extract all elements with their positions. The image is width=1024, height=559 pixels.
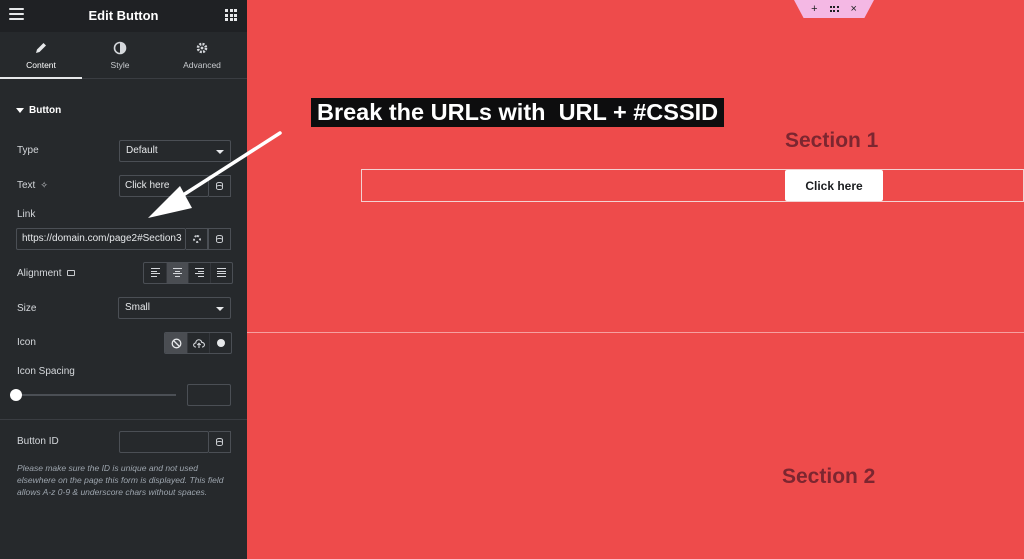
align-justify-icon (217, 268, 226, 278)
contrast-icon (113, 41, 127, 55)
button-id-input[interactable] (119, 431, 209, 453)
size-select[interactable]: Small (118, 297, 231, 319)
button-section-toggle[interactable]: Button (16, 105, 61, 116)
gear-icon (192, 235, 201, 243)
widgets-grid-icon[interactable] (225, 9, 237, 21)
database-icon (216, 235, 223, 243)
icon-choices (164, 332, 232, 354)
align-right-icon (195, 268, 204, 278)
tab-advanced-label: Advanced (183, 60, 221, 70)
align-center-button[interactable] (166, 263, 188, 283)
panel-header: Edit Button (0, 0, 247, 32)
link-options-button[interactable] (186, 228, 208, 250)
caret-down-icon (16, 107, 24, 113)
panel-tabs: Content Style Advanced (0, 32, 247, 79)
icon-none-button[interactable] (165, 333, 187, 353)
icon-spacing-slider[interactable] (17, 394, 176, 396)
close-icon[interactable]: × (851, 3, 857, 15)
alignment-label-row: Alignment (17, 268, 76, 279)
gear-icon (196, 42, 208, 54)
database-icon (216, 438, 223, 446)
section-2-title: Section 2 (782, 465, 876, 488)
icon-spacing-input[interactable] (187, 384, 231, 406)
tab-content-label: Content (26, 60, 56, 70)
ban-icon (171, 338, 181, 348)
text-label: Text (17, 180, 36, 191)
type-label: Type (17, 145, 39, 156)
divider (0, 419, 247, 420)
button-id-label: Button ID (17, 436, 59, 447)
button-widget-outline[interactable] (361, 169, 1024, 202)
annotation-callout: Break the URLs with URL + #CSSID (311, 98, 725, 127)
icon-spacing-label: Icon Spacing (17, 366, 75, 377)
size-label: Size (17, 303, 37, 314)
chevron-down-icon (216, 307, 224, 311)
section-1-title: Section 1 (785, 129, 879, 152)
align-right-button[interactable] (188, 263, 210, 283)
link-dynamic-tags-button[interactable] (208, 228, 231, 250)
tab-style-label: Style (110, 60, 130, 70)
drag-handle-icon[interactable] (829, 6, 839, 12)
alignment-choices (143, 262, 233, 284)
link-label: Link (17, 209, 36, 220)
section-toolbar: + × (794, 0, 874, 18)
annotation-arrow-icon (148, 131, 282, 218)
button-id-help-text: Please make sure the ID is unique and no… (17, 463, 224, 497)
alignment-label: Alignment (17, 268, 62, 279)
text-label-row: Text ✧ (17, 180, 48, 191)
add-section-icon[interactable]: + (811, 3, 817, 15)
circle-icon (216, 339, 225, 347)
tab-content[interactable]: Content (0, 32, 82, 79)
size-value: Small (125, 302, 151, 313)
icon-upload-button[interactable] (187, 333, 209, 353)
desktop-icon[interactable] (67, 270, 76, 277)
section-label: Button (29, 105, 62, 116)
pencil-icon (36, 43, 46, 53)
align-center-icon (173, 268, 182, 278)
ai-sparkle-icon[interactable]: ✧ (40, 180, 48, 191)
icon-custom-button[interactable] (209, 333, 231, 353)
tab-style[interactable]: Style (79, 32, 161, 79)
click-here-button[interactable]: Click here (785, 170, 883, 201)
button-id-dynamic-tags-button[interactable] (209, 431, 231, 453)
editor-panel: Edit Button Content Style Advanced Butto… (0, 0, 247, 559)
align-left-icon (150, 268, 160, 278)
align-left-button[interactable] (144, 263, 166, 283)
upload-cloud-icon (192, 338, 205, 348)
icon-label: Icon (17, 337, 36, 348)
page-canvas (247, 0, 1024, 559)
link-input[interactable]: https://domain.com/page2#Section3 (16, 228, 186, 250)
panel-title: Edit Button (88, 8, 159, 23)
tab-advanced[interactable]: Advanced (161, 32, 243, 79)
section-divider (247, 332, 1024, 333)
align-justify-button[interactable] (210, 263, 232, 283)
icon-spacing-slider-handle[interactable] (10, 389, 22, 401)
